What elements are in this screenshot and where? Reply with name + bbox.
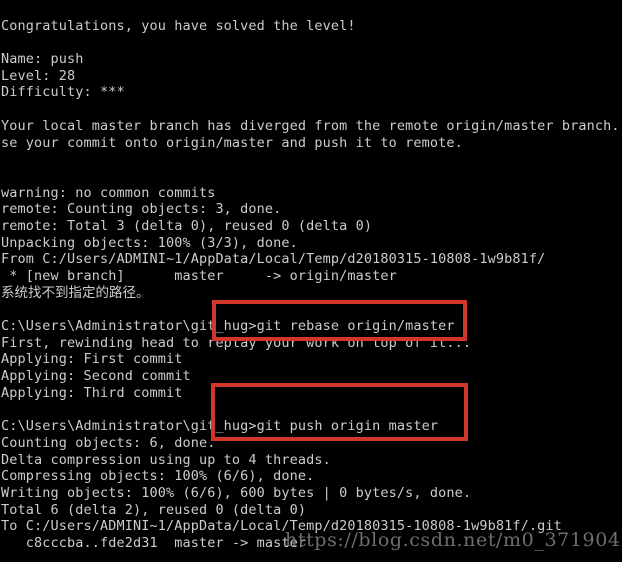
- terminal-line-unpacking: Unpacking objects: 100% (3/3), done.: [1, 234, 298, 251]
- terminal-line-level: Level: 28: [1, 67, 76, 84]
- terminal-line-writing-objects: Writing objects: 100% (6/6), 600 bytes |…: [1, 484, 472, 501]
- terminal-line-compressing-objects: Compressing objects: 100% (6/6), done.: [1, 468, 315, 485]
- terminal-line-applying-second: Applying: Second commit: [1, 368, 191, 385]
- terminal-line-push-command: C:\Users\Administrator\git_hug>git push …: [1, 418, 439, 435]
- terminal-line-warning: warning: no common commits: [1, 184, 216, 201]
- terminal-line-remote-total: remote: Total 3 (delta 0), reused 0 (del…: [1, 217, 373, 234]
- terminal-line-path-not-found-cn: 系统找不到指定的路径。: [1, 284, 150, 301]
- terminal-line-name: Name: push: [1, 51, 84, 68]
- terminal-line-delta-compression: Delta compression using up to 4 threads.: [1, 451, 331, 468]
- terminal-window[interactable]: ########################################…: [0, 0, 622, 562]
- terminal-line-congratulations: Congratulations, you have solved the lev…: [1, 17, 356, 34]
- terminal-line-applying-first: Applying: First commit: [1, 351, 183, 368]
- terminal-output: ########################################…: [0, 0, 622, 562]
- terminal-line-remote-counting: remote: Counting objects: 3, done.: [1, 201, 282, 218]
- terminal-line-total: Total 6 (delta 2), reused 0 (delta 0): [1, 501, 307, 518]
- terminal-line-to-path: To C:/Users/ADMINI~1/AppData/Local/Temp/…: [1, 518, 562, 535]
- terminal-line-difficulty: Difficulty: ***: [1, 84, 125, 101]
- terminal-line-from-path: From C:/Users/ADMINI~1/AppData/Local/Tem…: [1, 251, 546, 268]
- terminal-line-task-description-2: se your commit onto origin/master and pu…: [1, 134, 463, 151]
- terminal-line-ref-update: c8cccba..fde2d31 master -> master: [1, 535, 307, 551]
- terminal-line-new-branch: * [new branch] master -> origin/master: [1, 268, 397, 284]
- terminal-line-rewinding-head: First, rewinding head to replay your wor…: [1, 334, 472, 351]
- terminal-line-task-description-1: Your local master branch has diverged fr…: [1, 117, 622, 134]
- terminal-line-clipped-top: ########################################…: [0, 0, 622, 1]
- terminal-line-applying-third: Applying: Third commit: [1, 384, 183, 401]
- terminal-line-counting-objects: Counting objects: 6, done.: [1, 434, 216, 451]
- terminal-line-rebase-command: C:\Users\Administrator\git_hug>git rebas…: [1, 318, 455, 335]
